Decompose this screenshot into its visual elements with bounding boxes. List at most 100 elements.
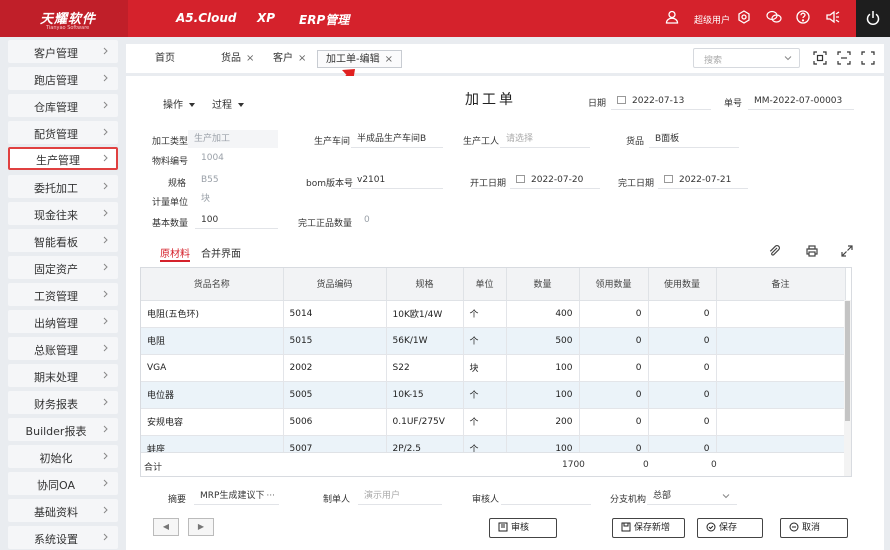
cell-remark[interactable] — [716, 300, 846, 328]
notification-icon[interactable] — [825, 10, 841, 26]
cell-qty[interactable]: 100 — [506, 354, 580, 382]
table-row[interactable]: 电位器 5005 10K-15 个 100 0 0 — [141, 381, 846, 409]
workshop-field[interactable]: 半成品生产车间B — [351, 130, 443, 148]
column-header[interactable]: 单位 — [463, 268, 507, 301]
table-scrollbar[interactable] — [844, 300, 851, 476]
expand-icon[interactable] — [841, 245, 853, 257]
table-row[interactable]: 电阻 5015 56K/1W 个 500 0 0 — [141, 327, 846, 355]
sidebar-item-init[interactable]: 初始化 — [8, 445, 118, 468]
audit-button[interactable]: 审核 — [489, 518, 557, 538]
tab-processing-order-edit[interactable]: 加工单-编辑 × — [317, 50, 402, 68]
cell-used-qty[interactable]: 0 — [648, 381, 717, 409]
cell-qty[interactable]: 500 — [506, 327, 580, 355]
cell-used-qty[interactable]: 0 — [648, 327, 717, 355]
sidebar-item-warehouse[interactable]: 仓库管理 — [8, 94, 118, 117]
prev-record-button[interactable]: ◀ — [153, 518, 179, 536]
cell-goods-code[interactable]: 5015 — [283, 327, 387, 355]
cell-unit[interactable]: 个 — [463, 300, 507, 328]
sidebar-item-cashier[interactable]: 出纳管理 — [8, 310, 118, 333]
cell-spec[interactable]: 10K-15 — [386, 381, 464, 409]
close-icon[interactable]: × — [298, 53, 306, 64]
nav-a5cloud[interactable]: A5.Cloud — [176, 11, 237, 25]
bom-field[interactable]: v2101 — [351, 171, 443, 189]
username[interactable]: 超级用户 — [694, 13, 730, 26]
next-record-button[interactable]: ▶ — [188, 518, 214, 536]
tab-customer[interactable]: 客户 × — [273, 50, 306, 68]
column-header[interactable]: 货品编码 — [283, 268, 387, 301]
screenshot-icon[interactable] — [813, 51, 827, 65]
cell-unit[interactable]: 块 — [463, 354, 507, 382]
cell-qty[interactable]: 100 — [506, 381, 580, 409]
branch-select[interactable]: 总部 — [647, 487, 737, 505]
sidebar-item-system[interactable]: 系统设置 — [8, 526, 118, 549]
sidebar-item-financial-reports[interactable]: 财务报表 — [8, 391, 118, 414]
table-row[interactable]: VGA 2002 S22 块 100 0 0 — [141, 354, 846, 382]
cell-unit[interactable]: 个 — [463, 327, 507, 355]
power-button[interactable] — [856, 0, 890, 37]
cell-used-qty[interactable]: 0 — [648, 300, 717, 328]
summary-field[interactable]: MRP生成建议下 ··· — [194, 487, 279, 505]
cell-unit[interactable]: 个 — [463, 381, 507, 409]
sidebar-item-dashboard[interactable]: 智能看板 — [8, 229, 118, 252]
tab-goods[interactable]: 货品 × — [221, 50, 254, 68]
sidebar-item-cash[interactable]: 现金往来 — [8, 202, 118, 225]
cell-spec[interactable]: 56K/1W — [386, 327, 464, 355]
order-no-field[interactable]: MM-2022-07-00003 — [748, 92, 854, 110]
cell-unit[interactable]: 个 — [463, 408, 507, 436]
scrollbar-thumb[interactable] — [845, 301, 850, 421]
sidebar-item-payroll[interactable]: 工资管理 — [8, 283, 118, 306]
column-header[interactable]: 数量 — [506, 268, 580, 301]
cell-remark[interactable] — [716, 408, 846, 436]
cell-spec[interactable]: S22 — [386, 354, 464, 382]
wechat-icon[interactable] — [766, 10, 782, 26]
cell-goods-name[interactable]: 电阻(五色环) — [141, 300, 284, 328]
cell-goods-code[interactable]: 5014 — [283, 300, 387, 328]
cell-issued-qty[interactable]: 0 — [579, 408, 649, 436]
cell-remark[interactable] — [716, 381, 846, 409]
cell-goods-code[interactable]: 5006 — [283, 408, 387, 436]
cell-qty[interactable]: 200 — [506, 408, 580, 436]
cell-goods-code[interactable]: 5005 — [283, 381, 387, 409]
close-icon[interactable]: × — [385, 54, 393, 65]
save-button[interactable]: 保存 — [697, 518, 763, 538]
column-header[interactable]: 使用数量 — [648, 268, 717, 301]
sidebar-item-customer[interactable]: 客户管理 — [8, 40, 118, 63]
sidebar-item-distribution[interactable]: 配货管理 — [8, 121, 118, 144]
fullscreen-icon[interactable] — [837, 51, 851, 65]
start-date-field[interactable]: 2022-07-20 — [510, 171, 600, 189]
process-menu[interactable]: 过程 — [212, 96, 244, 111]
user-icon[interactable] — [665, 10, 681, 26]
column-header[interactable]: 规格 — [386, 268, 464, 301]
sidebar-item-outsourcing[interactable]: 委托加工 — [8, 175, 118, 198]
tab-home[interactable]: 首页 — [155, 50, 175, 68]
sidebar-item-ledger[interactable]: 总账管理 — [8, 337, 118, 360]
end-date-field[interactable]: 2022-07-21 — [658, 171, 748, 189]
cell-spec[interactable]: 10K欧1/4W — [386, 300, 464, 328]
print-icon[interactable] — [806, 245, 818, 257]
cell-goods-name[interactable]: 安规电容 — [141, 408, 284, 436]
cell-qty[interactable]: 400 — [506, 300, 580, 328]
column-header[interactable]: 领用数量 — [579, 268, 649, 301]
column-header[interactable]: 备注 — [716, 268, 846, 301]
worker-field[interactable]: 请选择 — [500, 130, 590, 148]
sidebar-item-period-end[interactable]: 期末处理 — [8, 364, 118, 387]
date-field[interactable]: 2022-07-13 — [611, 92, 711, 110]
more-icon[interactable]: ··· — [266, 487, 275, 505]
cell-goods-code[interactable]: 2002 — [283, 354, 387, 382]
search-input[interactable]: 搜索 — [693, 48, 800, 68]
sidebar-item-store[interactable]: 跑店管理 — [8, 67, 118, 90]
cell-goods-name[interactable]: 电阻 — [141, 327, 284, 355]
cell-remark[interactable] — [716, 327, 846, 355]
sidebar-item-production[interactable]: 生产管理 — [8, 147, 118, 170]
sidebar-item-builder[interactable]: Builder报表 — [8, 418, 118, 441]
sidebar-item-assets[interactable]: 固定资产 — [8, 256, 118, 279]
nav-erp[interactable]: ERP管理 — [299, 11, 349, 28]
help-icon[interactable] — [796, 10, 812, 26]
cell-issued-qty[interactable]: 0 — [579, 300, 649, 328]
tab-raw-materials[interactable]: 原材料 — [160, 245, 190, 262]
cell-used-qty[interactable]: 0 — [648, 408, 717, 436]
close-icon[interactable]: × — [246, 53, 254, 64]
expand-icon[interactable] — [861, 51, 875, 65]
table-row[interactable]: 电阻(五色环) 5014 10K欧1/4W 个 400 0 0 — [141, 300, 846, 328]
settings-icon[interactable] — [737, 10, 753, 26]
